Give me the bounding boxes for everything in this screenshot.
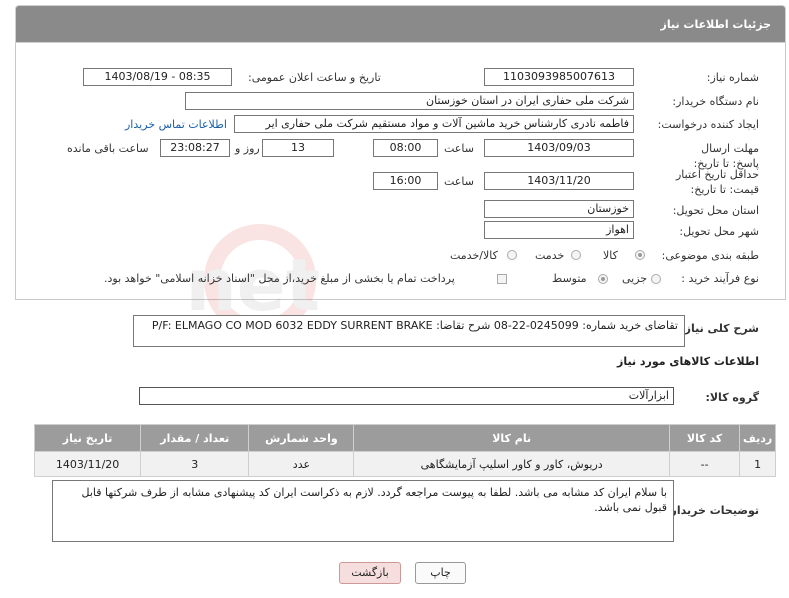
treasury-payment-note: پرداخت تمام یا بخشی از مبلغ خرید،از محل … xyxy=(104,272,455,285)
deadline-date-field[interactable]: 1403/09/03 xyxy=(484,139,634,157)
goods-section-title: اطلاعات کالاهای مورد نیاز xyxy=(617,355,759,368)
price-validity-label: حداقل تاریخ اعتبار قیمت: تا تاریخ: xyxy=(675,168,759,196)
buyer-notes-text: با سلام ایران کد مشابه می باشد. لطفا به … xyxy=(81,486,667,514)
col-row-header: ردیف xyxy=(739,424,776,452)
category-radio-service[interactable] xyxy=(571,250,581,260)
process-label: نوع فرآیند خرید : xyxy=(681,272,759,285)
process-option-medium: متوسط xyxy=(552,272,587,285)
announce-field[interactable]: 1403/08/19 - 08:35 xyxy=(83,68,232,86)
cell-row: 1 xyxy=(739,451,776,477)
process-option-minor: جزیی xyxy=(622,272,648,285)
col-code-header: کد کالا xyxy=(668,424,741,452)
print-button[interactable]: چاپ xyxy=(415,562,466,584)
col-unit-header: واحد شمارش xyxy=(248,424,355,452)
buyer-notes-label: توضیحات خریدار: xyxy=(666,504,759,517)
col-qty-header: تعداد / مقدار xyxy=(140,424,250,452)
col-date-header: تاریخ نیاز xyxy=(33,424,142,452)
cell-name: دریوش، کاور و کاور اسلیپ آزمایشگاهی xyxy=(353,451,670,477)
category-radio-goods[interactable] xyxy=(635,250,645,260)
cell-code: -- xyxy=(668,451,741,477)
page-title: جزئیات اطلاعات نیاز xyxy=(660,18,772,31)
requester-label: ایجاد کننده درخواست: xyxy=(657,118,759,131)
price-validity-date-field[interactable]: 1403/11/20 xyxy=(484,172,634,190)
days-label: روز و xyxy=(235,142,260,155)
process-radio-minor[interactable] xyxy=(651,274,661,284)
description-label: شرح کلی نیاز: xyxy=(680,322,759,335)
announce-label: تاریخ و ساعت اعلان عمومی: xyxy=(248,71,381,84)
need-number-label: شماره نیاز: xyxy=(706,71,759,84)
cell-date: 1403/11/20 xyxy=(33,451,142,477)
buyer-org-field[interactable]: شرکت ملی حفاری ایران در استان خوزستان xyxy=(185,92,634,110)
cell-qty: 3 xyxy=(140,451,250,477)
buyer-contact-link[interactable]: اطلاعات تماس خریدار xyxy=(125,118,227,131)
category-option-goods: کالا xyxy=(603,249,618,262)
price-validity-time-field[interactable]: 16:00 xyxy=(373,172,438,190)
col-name-header: نام کالا xyxy=(353,424,670,452)
buyer-org-label: نام دستگاه خریدار: xyxy=(672,95,759,108)
treasury-payment-checkbox[interactable] xyxy=(497,274,507,284)
city-label: شهر محل تحویل: xyxy=(679,225,759,238)
buyer-notes-box[interactable]: با سلام ایران کد مشابه می باشد. لطفا به … xyxy=(52,480,674,542)
description-box[interactable]: تقاضای خرید شماره: 0245099-22-08 شرح تقا… xyxy=(133,315,685,347)
remaining-label: ساعت باقی مانده xyxy=(67,142,149,155)
city-field[interactable]: اهواز xyxy=(484,221,634,239)
table-header-row: ردیف کد کالا نام کالا واحد شمارش تعداد /… xyxy=(33,424,776,452)
table-row: 1 -- دریوش، کاور و کاور اسلیپ آزمایشگاهی… xyxy=(33,451,776,477)
days-remaining-field: 13 xyxy=(262,139,334,157)
category-option-service: خدمت xyxy=(535,249,565,262)
description-text: تقاضای خرید شماره: 0245099-22-08 شرح تقا… xyxy=(151,319,678,332)
remaining-time-field: 23:08:27 xyxy=(160,139,230,157)
goods-table: ردیف کد کالا نام کالا واحد شمارش تعداد /… xyxy=(33,424,776,477)
need-number-field[interactable]: 1103093985007613 xyxy=(484,68,634,86)
cell-unit: عدد xyxy=(248,451,355,477)
goods-group-label: گروه کالا: xyxy=(705,391,759,404)
province-field[interactable]: خوزستان xyxy=(484,200,634,218)
requester-field[interactable]: فاطمه نادری کارشناس خرید ماشین آلات و مو… xyxy=(234,115,634,133)
category-label: طبقه بندی موضوعی: xyxy=(661,249,759,262)
category-radio-goods-service[interactable] xyxy=(507,250,517,260)
back-button[interactable]: بازگشت xyxy=(339,562,401,584)
process-radio-medium[interactable] xyxy=(598,274,608,284)
goods-group-field[interactable]: ابزارآلات xyxy=(139,387,674,405)
panel-header: جزئیات اطلاعات نیاز xyxy=(15,5,786,43)
province-label: استان محل تحویل: xyxy=(672,204,759,217)
deadline-hour-label: ساعت xyxy=(444,142,474,155)
price-validity-hour-label: ساعت xyxy=(444,175,474,188)
deadline-time-field[interactable]: 08:00 xyxy=(373,139,438,157)
category-option-goods-service: کالا/خدمت xyxy=(450,249,498,262)
